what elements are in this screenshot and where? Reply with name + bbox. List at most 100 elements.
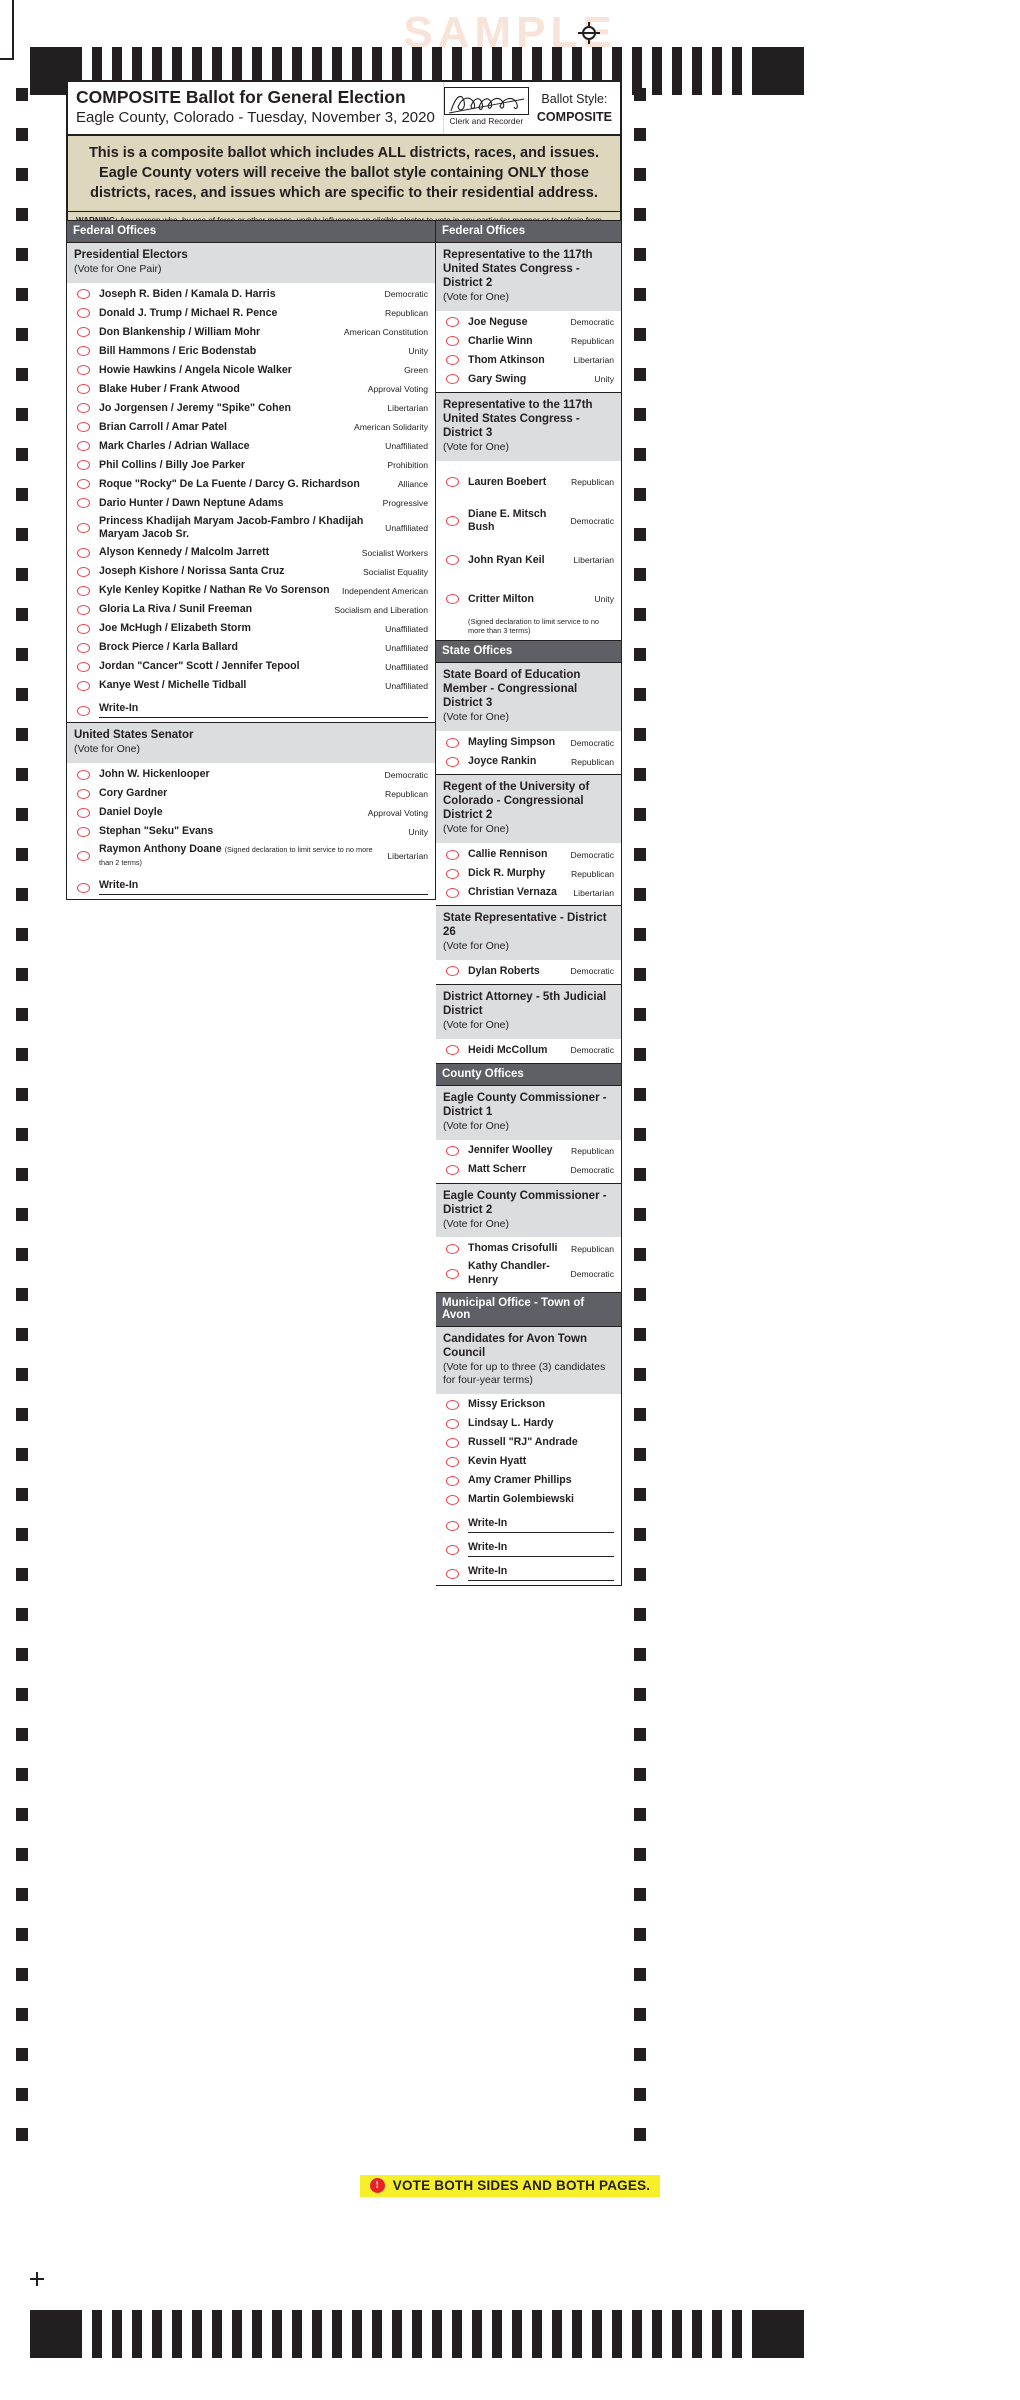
candidate-row[interactable]: Princess Khadijah Maryam Jacob-Fambro / …: [67, 513, 435, 543]
candidate-row[interactable]: Amy Cramer Phillips: [436, 1472, 621, 1491]
vote-oval[interactable]: [446, 868, 459, 879]
candidate-row[interactable]: Missy Erickson: [436, 1396, 621, 1415]
candidate-row[interactable]: Thom Atkinson Libertarian: [436, 351, 621, 370]
candidate-row[interactable]: Blake Huber / Frank Atwood Approval Votin…: [67, 380, 435, 399]
vote-oval[interactable]: [77, 403, 90, 414]
candidate-row[interactable]: Heidi McCollum Democratic: [436, 1041, 621, 1060]
write-in-line[interactable]: Write-In: [468, 1561, 614, 1581]
candidate-row[interactable]: Gary Swing Unity: [436, 370, 621, 389]
vote-oval[interactable]: [77, 365, 90, 376]
vote-oval[interactable]: [77, 604, 90, 615]
candidate-row[interactable]: Joseph R. Biden / Kamala D. Harris Democr…: [67, 285, 435, 304]
vote-oval[interactable]: [77, 882, 90, 893]
candidate-row[interactable]: Gloria La Riva / Sunil Freeman Socialism …: [67, 600, 435, 619]
candidate-row[interactable]: Thomas Crisofulli Republican: [436, 1239, 621, 1258]
vote-oval[interactable]: [77, 441, 90, 452]
candidate-row[interactable]: Kevin Hyatt: [436, 1453, 621, 1472]
candidate-row[interactable]: Howie Hawkins / Angela Nicole Walker Gree…: [67, 361, 435, 380]
vote-oval[interactable]: [446, 887, 459, 898]
vote-oval[interactable]: [77, 327, 90, 338]
vote-oval[interactable]: [77, 680, 90, 691]
vote-oval[interactable]: [446, 1419, 459, 1430]
vote-oval[interactable]: [446, 516, 459, 527]
vote-oval[interactable]: [77, 826, 90, 837]
vote-oval[interactable]: [77, 346, 90, 357]
candidate-row[interactable]: Donald J. Trump / Michael R. Pence Republ…: [67, 304, 435, 323]
vote-oval[interactable]: [77, 422, 90, 433]
vote-oval[interactable]: [446, 555, 459, 566]
candidate-row[interactable]: Kyle Kenley Kopitke / Nathan Re Vo Soren…: [67, 581, 435, 600]
write-in-row[interactable]: Write-In: [436, 1534, 621, 1558]
candidate-row[interactable]: Mayling Simpson Democratic: [436, 733, 621, 752]
vote-oval[interactable]: [446, 336, 459, 347]
candidate-row[interactable]: Brian Carroll / Amar Patel American Solid…: [67, 418, 435, 437]
candidate-row[interactable]: Joyce Rankin Republican: [436, 752, 621, 771]
vote-oval[interactable]: [446, 1457, 459, 1468]
candidate-row[interactable]: Critter Milton Unity: [436, 580, 621, 619]
candidate-row[interactable]: Phil Collins / Billy Joe Parker Prohibiti…: [67, 456, 435, 475]
candidate-row[interactable]: Brock Pierce / Karla Ballard Unaffiliated: [67, 638, 435, 657]
vote-oval[interactable]: [446, 966, 459, 977]
vote-oval[interactable]: [77, 661, 90, 672]
candidate-row[interactable]: Cory Gardner Republican: [67, 784, 435, 803]
write-in-line[interactable]: Write-In: [99, 875, 428, 895]
vote-oval[interactable]: [446, 1400, 459, 1411]
candidate-row[interactable]: Callie Rennison Democratic: [436, 845, 621, 864]
vote-oval[interactable]: [77, 460, 90, 471]
vote-oval[interactable]: [446, 355, 459, 366]
vote-oval[interactable]: [77, 289, 90, 300]
candidate-row[interactable]: Martin Golembiewski: [436, 1491, 621, 1510]
candidate-row[interactable]: Stephan "Seku" Evans Unity: [67, 822, 435, 841]
vote-oval[interactable]: [446, 477, 459, 488]
candidate-row[interactable]: Christian Vernaza Libertarian: [436, 883, 621, 902]
candidate-row[interactable]: Kanye West / Michelle Tidball Unaffiliate…: [67, 676, 435, 695]
write-in-line[interactable]: Write-In: [468, 1513, 614, 1533]
vote-oval[interactable]: [446, 1438, 459, 1449]
vote-oval[interactable]: [446, 1045, 459, 1056]
vote-oval[interactable]: [77, 642, 90, 653]
candidate-row[interactable]: Jordan "Cancer" Scott / Jennifer Tepool U…: [67, 657, 435, 676]
vote-oval[interactable]: [446, 317, 459, 328]
candidate-row[interactable]: Alyson Kennedy / Malcolm Jarrett Socialis…: [67, 543, 435, 562]
vote-oval[interactable]: [446, 1568, 459, 1579]
vote-oval[interactable]: [77, 566, 90, 577]
vote-oval[interactable]: [77, 623, 90, 634]
vote-oval[interactable]: [446, 1165, 459, 1176]
candidate-row[interactable]: John W. Hickenlooper Democratic: [67, 765, 435, 784]
vote-oval[interactable]: [77, 547, 90, 558]
vote-oval[interactable]: [446, 1520, 459, 1531]
candidate-row[interactable]: Dario Hunter / Dawn Neptune Adams Progres…: [67, 494, 435, 513]
vote-oval[interactable]: [77, 384, 90, 395]
vote-oval[interactable]: [446, 594, 459, 605]
candidate-row[interactable]: Bill Hammons / Eric Bodenstab Unity: [67, 342, 435, 361]
candidate-row[interactable]: Diane E. Mitsch Bush Democratic: [436, 502, 621, 541]
write-in-row[interactable]: Write-In: [67, 872, 435, 896]
vote-oval[interactable]: [77, 788, 90, 799]
vote-oval[interactable]: [446, 1476, 459, 1487]
vote-oval[interactable]: [446, 849, 459, 860]
candidate-row[interactable]: Joe Neguse Democratic: [436, 313, 621, 332]
candidate-row[interactable]: Lindsay L. Hardy: [436, 1415, 621, 1434]
candidate-row[interactable]: Matt Scherr Democratic: [436, 1161, 621, 1180]
candidate-row[interactable]: Dick R. Murphy Republican: [436, 864, 621, 883]
vote-oval[interactable]: [77, 706, 90, 717]
candidate-row[interactable]: Joseph Kishore / Norissa Santa Cruz Socia…: [67, 562, 435, 581]
write-in-line[interactable]: Write-In: [468, 1537, 614, 1557]
vote-oval[interactable]: [446, 756, 459, 767]
candidate-row[interactable]: Joe McHugh / Elizabeth Storm Unaffiliated: [67, 619, 435, 638]
vote-oval[interactable]: [446, 1544, 459, 1555]
vote-oval[interactable]: [77, 479, 90, 490]
candidate-row[interactable]: Mark Charles / Adrian Wallace Unaffiliate…: [67, 437, 435, 456]
candidate-row[interactable]: Don Blankenship / William Mohr American C…: [67, 323, 435, 342]
candidate-row[interactable]: Roque "Rocky" De La Fuente / Darcy G. Ri…: [67, 475, 435, 494]
write-in-row[interactable]: Write-In: [436, 1510, 621, 1534]
vote-oval[interactable]: [77, 308, 90, 319]
vote-oval[interactable]: [77, 769, 90, 780]
vote-oval[interactable]: [77, 851, 90, 862]
write-in-line[interactable]: Write-In: [99, 698, 428, 719]
candidate-row[interactable]: Dylan Roberts Democratic: [436, 962, 621, 981]
vote-oval[interactable]: [77, 585, 90, 596]
candidate-row[interactable]: Raymon Anthony Doane (Signed declaration…: [67, 841, 435, 871]
candidate-row[interactable]: Lauren Boebert Republican: [436, 463, 621, 502]
vote-oval[interactable]: [77, 498, 90, 509]
